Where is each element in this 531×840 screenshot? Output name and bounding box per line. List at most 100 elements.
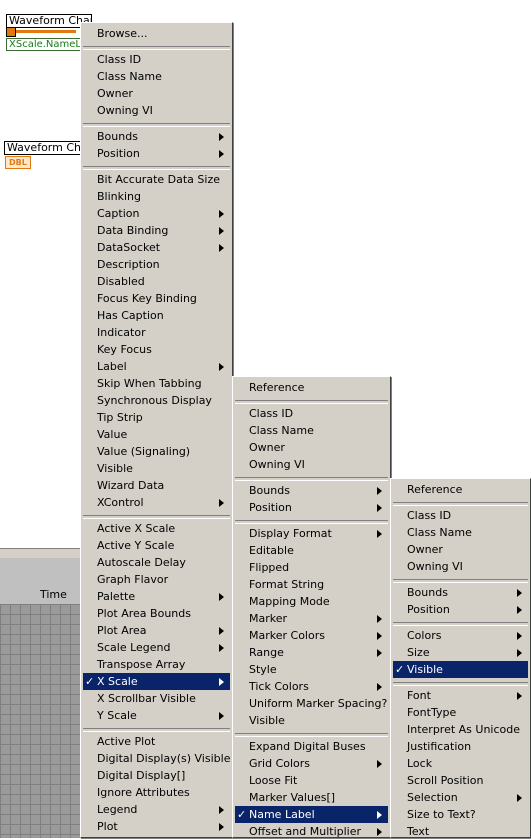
menu-item-y-scale[interactable]: Y Scale — [83, 707, 230, 724]
menu-item-marker-values[interactable]: Marker Values[] — [235, 789, 388, 806]
menu-item-wizard-data[interactable]: Wizard Data — [83, 477, 230, 494]
menu-item-offset-and-multiplier[interactable]: Offset and Multiplier — [235, 823, 388, 840]
menu-item-fonttype[interactable]: FontType — [393, 704, 528, 721]
menu-item-position[interactable]: Position — [83, 145, 230, 162]
menu-item-format-string[interactable]: Format String — [235, 576, 388, 593]
menu-item-owner[interactable]: Owner — [83, 85, 230, 102]
menu-item-ignore-attributes[interactable]: Ignore Attributes — [83, 784, 230, 801]
menu-item-class-id[interactable]: Class ID — [83, 51, 230, 68]
menu-item-scale-legend[interactable]: Scale Legend — [83, 639, 230, 656]
menu-item-owner[interactable]: Owner — [393, 541, 528, 558]
menu-item-browse[interactable]: Browse... — [83, 25, 230, 42]
menu-item-expand-digital-buses[interactable]: Expand Digital Buses — [235, 738, 388, 755]
menu-item-active-y-scale[interactable]: Active Y Scale — [83, 537, 230, 554]
menu-item-size[interactable]: Size — [393, 644, 528, 661]
menu-item-caption[interactable]: Caption — [83, 205, 230, 222]
menu-item-skip-when-tabbing[interactable]: Skip When Tabbing — [83, 375, 230, 392]
menu-item-mapping-mode[interactable]: Mapping Mode — [235, 593, 388, 610]
menu-item-marker-colors[interactable]: Marker Colors — [235, 627, 388, 644]
menu-item-value[interactable]: Value — [83, 426, 230, 443]
menu-item-bounds[interactable]: Bounds — [235, 482, 388, 499]
menu-item-class-name[interactable]: Class Name — [393, 524, 528, 541]
menu-item-active-x-scale[interactable]: Active X Scale — [83, 520, 230, 537]
menu-item-marker[interactable]: Marker — [235, 610, 388, 627]
menu-item-data-binding[interactable]: Data Binding — [83, 222, 230, 239]
submenu-arrow-icon — [219, 363, 224, 371]
menu-item-range[interactable]: Range — [235, 644, 388, 661]
menu-item-label: Range — [249, 646, 284, 659]
menu-item-flipped[interactable]: Flipped — [235, 559, 388, 576]
menu-item-font[interactable]: Font — [393, 687, 528, 704]
menu-item-x-scale[interactable]: ✓ X Scale — [83, 673, 230, 690]
menu-item-graph-flavor[interactable]: Graph Flavor — [83, 571, 230, 588]
menu-item-disabled[interactable]: Disabled — [83, 273, 230, 290]
menu-item-position[interactable]: Position — [235, 499, 388, 516]
dbl-terminal[interactable]: DBL — [5, 156, 31, 169]
menu-item-owning-vi[interactable]: Owning VI — [235, 456, 388, 473]
menu-item-autoscale-delay[interactable]: Autoscale Delay — [83, 554, 230, 571]
menu-item-plot-area[interactable]: Plot Area — [83, 622, 230, 639]
menu-item-class-id[interactable]: Class ID — [235, 405, 388, 422]
submenu-arrow-icon — [377, 487, 382, 495]
menu-item-colors[interactable]: Colors — [393, 627, 528, 644]
property-node-xscale-namelabel[interactable]: XScale.NameLabel — [6, 38, 84, 51]
menu-item-tip-strip[interactable]: Tip Strip — [83, 409, 230, 426]
menu-item-key-focus[interactable]: Key Focus — [83, 341, 230, 358]
menu-item-scroll-position[interactable]: Scroll Position — [393, 772, 528, 789]
submenu-arrow-icon — [517, 794, 522, 802]
menu-item-owning-vi[interactable]: Owning VI — [393, 558, 528, 575]
menu-item-focus-key-binding[interactable]: Focus Key Binding — [83, 290, 230, 307]
menu-item-owning-vi[interactable]: Owning VI — [83, 102, 230, 119]
menu-item-size-to-text[interactable]: Size to Text? — [393, 806, 528, 823]
menu-item-justification[interactable]: Justification — [393, 738, 528, 755]
menu-item-visible[interactable]: Visible — [83, 460, 230, 477]
menu-item-visible[interactable]: ✓ Visible — [393, 661, 528, 678]
menu-item-label: Visible — [407, 663, 443, 676]
menu-item-name-label[interactable]: ✓ Name Label — [235, 806, 388, 823]
menu-item-digital-display-s-visible[interactable]: Digital Display(s) Visible — [83, 750, 230, 767]
menu-item-style[interactable]: Style — [235, 661, 388, 678]
menu-item-class-name[interactable]: Class Name — [235, 422, 388, 439]
menu-item-reference[interactable]: Reference — [235, 379, 388, 396]
menu-item-display-format[interactable]: Display Format — [235, 525, 388, 542]
menu-item-blinking[interactable]: Blinking — [83, 188, 230, 205]
menu-item-x-scrollbar-visible[interactable]: X Scrollbar Visible — [83, 690, 230, 707]
menu-item-bounds[interactable]: Bounds — [393, 584, 528, 601]
menu-item-has-caption[interactable]: Has Caption — [83, 307, 230, 324]
menu-item-synchronous-display[interactable]: Synchronous Display — [83, 392, 230, 409]
menu-item-lock[interactable]: Lock — [393, 755, 528, 772]
menu-item-transpose-array[interactable]: Transpose Array — [83, 656, 230, 673]
menu-item-owner[interactable]: Owner — [235, 439, 388, 456]
menu-item-visible[interactable]: Visible — [235, 712, 388, 729]
menu-item-description[interactable]: Description — [83, 256, 230, 273]
menu-item-class-name[interactable]: Class Name — [83, 68, 230, 85]
menu-item-label[interactable]: Label — [83, 358, 230, 375]
menu-item-label: Owner — [97, 87, 133, 100]
menu-item-bit-accurate-data-size[interactable]: Bit Accurate Data Size — [83, 171, 230, 188]
menu-item-label: Lock — [407, 757, 433, 770]
menu-item-class-id[interactable]: Class ID — [393, 507, 528, 524]
menu-item-bounds[interactable]: Bounds — [83, 128, 230, 145]
menu-item-value-signaling[interactable]: Value (Signaling) — [83, 443, 230, 460]
menu-item-datasocket[interactable]: DataSocket — [83, 239, 230, 256]
menu-item-text[interactable]: Text — [393, 823, 528, 840]
menu-item-grid-colors[interactable]: Grid Colors — [235, 755, 388, 772]
menu-item-reference[interactable]: Reference — [393, 481, 528, 498]
menu-item-palette[interactable]: Palette — [83, 588, 230, 605]
menu-item-legend[interactable]: Legend — [83, 801, 230, 818]
menu-item-digital-display[interactable]: Digital Display[] — [83, 767, 230, 784]
menu-item-active-plot[interactable]: Active Plot — [83, 733, 230, 750]
menu-item-selection[interactable]: Selection — [393, 789, 528, 806]
menu-item-xcontrol[interactable]: XControl — [83, 494, 230, 511]
menu-item-plot-area-bounds[interactable]: Plot Area Bounds — [83, 605, 230, 622]
menu-item-editable[interactable]: Editable — [235, 542, 388, 559]
menu-item-label: Legend — [97, 803, 138, 816]
menu-item-label: Data Binding — [97, 224, 169, 237]
menu-item-uniform-marker-spacing[interactable]: Uniform Marker Spacing? — [235, 695, 388, 712]
menu-item-indicator[interactable]: Indicator — [83, 324, 230, 341]
menu-item-interpret-as-unicode[interactable]: Interpret As Unicode — [393, 721, 528, 738]
menu-item-loose-fit[interactable]: Loose Fit — [235, 772, 388, 789]
menu-item-tick-colors[interactable]: Tick Colors — [235, 678, 388, 695]
menu-item-plot[interactable]: Plot — [83, 818, 230, 835]
menu-item-position[interactable]: Position — [393, 601, 528, 618]
